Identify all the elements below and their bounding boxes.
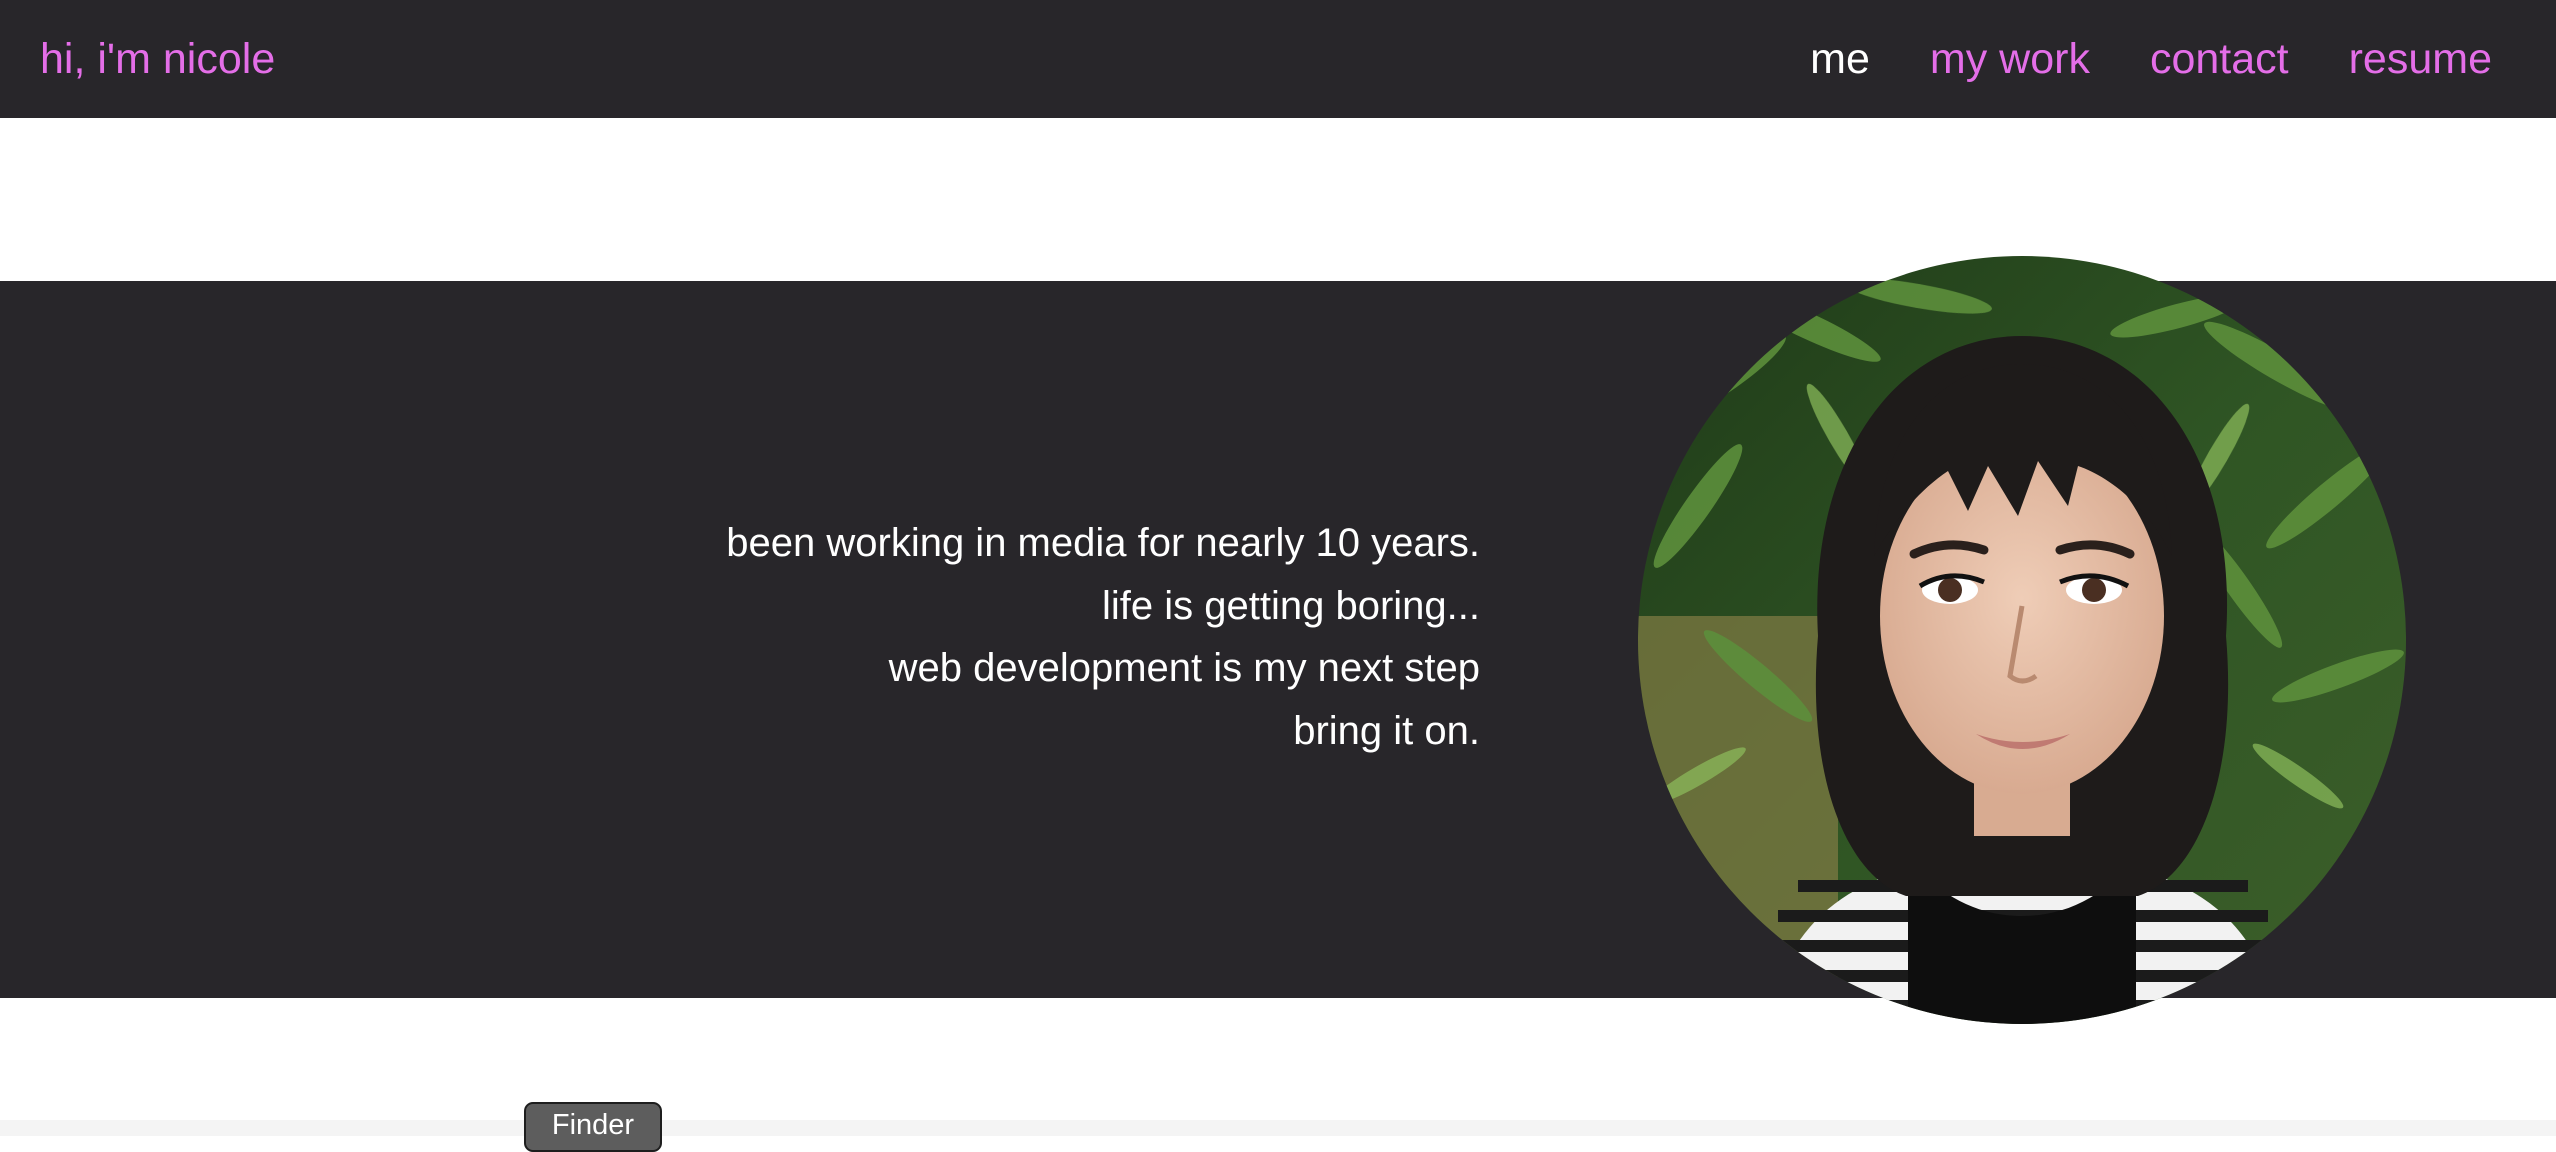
intro-line: web development is my next step: [888, 646, 1480, 690]
intro-line: been working in media for nearly 10 year…: [726, 521, 1480, 565]
nav-link-contact[interactable]: contact: [2150, 35, 2289, 84]
nav-link-resume[interactable]: resume: [2349, 35, 2492, 84]
portrait-illustration: [1638, 256, 2406, 1024]
intro-text: been working in media for nearly 10 year…: [726, 512, 1480, 762]
site-brand-link[interactable]: hi, i'm nicole: [40, 0, 275, 118]
nav-link-my-work[interactable]: my work: [1930, 35, 2090, 84]
finder-tooltip: Finder: [524, 1102, 662, 1152]
portrait-photo: [1638, 256, 2406, 1024]
main-nav: me my work contact resume: [1810, 0, 2492, 118]
dock-strip: [0, 1120, 2556, 1136]
top-navbar: hi, i'm nicole me my work contact resume: [0, 0, 2556, 118]
intro-line: life is getting boring...: [1102, 583, 1480, 628]
intro-line: bring it on.: [1293, 708, 1480, 753]
nav-link-me[interactable]: me: [1810, 35, 1870, 84]
